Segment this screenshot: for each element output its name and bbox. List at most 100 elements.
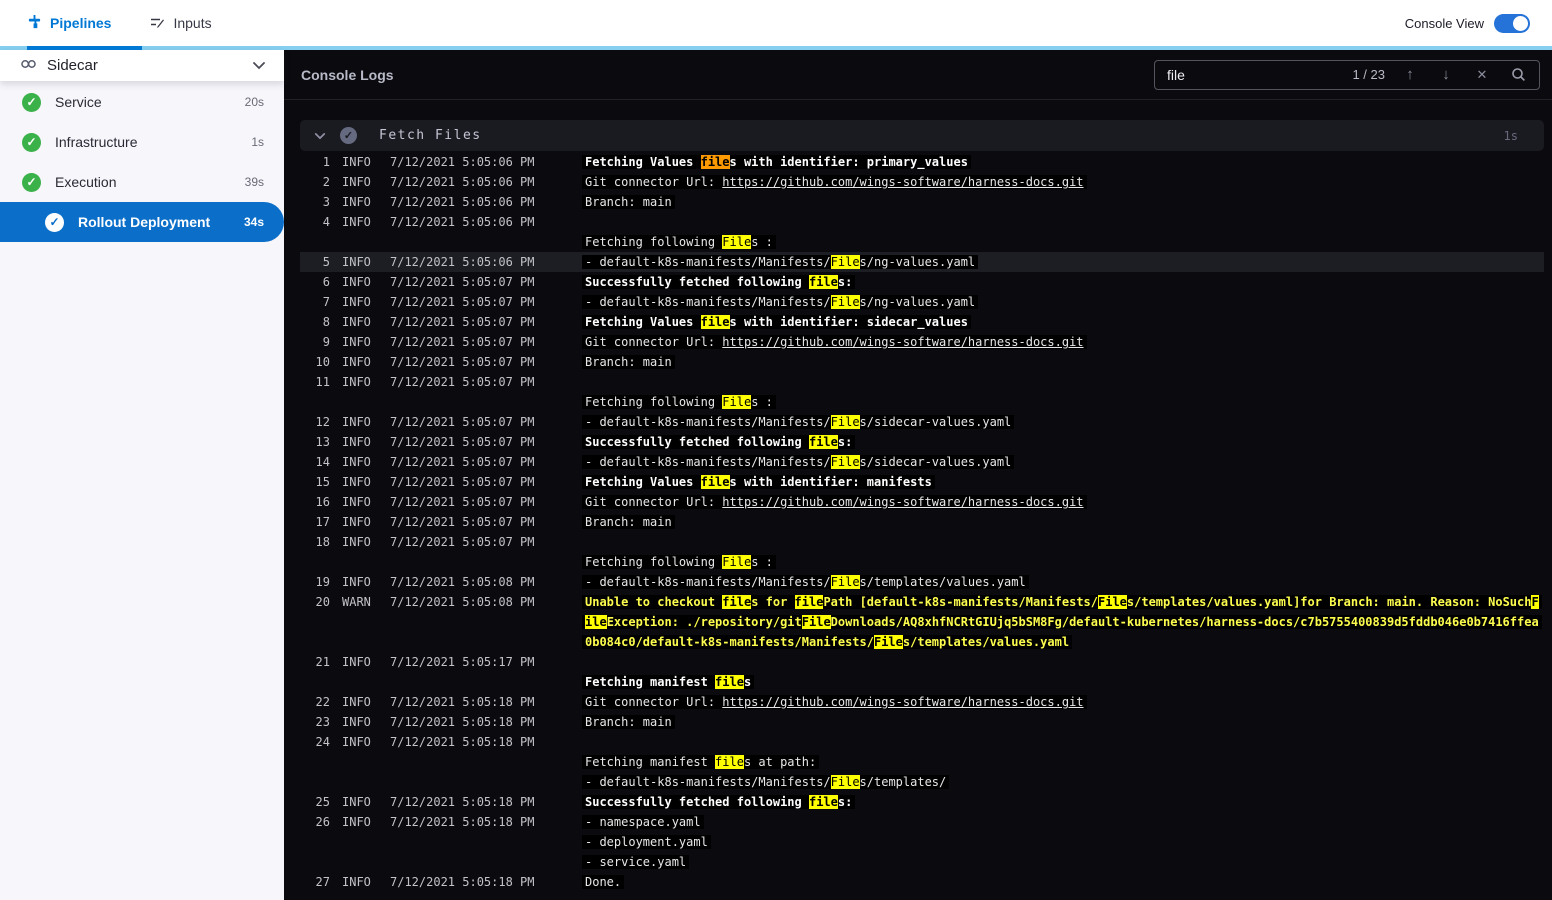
log-row: 1 INFO 7/12/2021 5:05:06 PM Fetching Values…	[300, 152, 1544, 172]
log-text: s/templates/	[859, 775, 947, 789]
pipelines-icon	[27, 14, 42, 32]
log-level: INFO	[342, 735, 371, 749]
log-line-number: 24	[315, 735, 330, 749]
log-section-header-fetch-files[interactable]: ✓ Fetch Files 1s	[300, 120, 1544, 151]
log-line-number: 1	[322, 155, 330, 169]
log-text: Branch: main	[585, 355, 672, 369]
log-message-text: Fetching following Files :	[582, 555, 776, 569]
log-timestamp: 7/12/2021 5:05:06 PM	[390, 255, 535, 269]
sidebar-item-label: Execution	[55, 174, 117, 190]
sidebar-item-service[interactable]: ✓ Service 20s	[0, 82, 284, 122]
search-match: File	[722, 555, 752, 569]
log-row: - service.yaml	[300, 852, 1544, 872]
duration-badge: 20s	[244, 95, 264, 109]
search-match: file	[700, 315, 730, 329]
log-message: - default-k8s-manifests/Manifests/Files/…	[552, 455, 1544, 469]
next-match-icon[interactable]: ↓	[1435, 67, 1457, 82]
log-text: Exception: ./repository/git	[606, 615, 802, 629]
search-match: file	[808, 435, 838, 449]
log-message: Branch: main	[552, 355, 1544, 369]
search-input[interactable]	[1167, 66, 1339, 83]
chevron-down-icon[interactable]	[252, 57, 266, 75]
log-line-number: 10	[315, 355, 330, 369]
log-text: s at path:	[743, 755, 817, 769]
log-link[interactable]: https://github.com/wings-software/harnes…	[722, 175, 1083, 189]
sidebar-item-execution[interactable]: ✓ Execution 39s	[0, 162, 284, 202]
log-message-text: - default-k8s-manifests/Manifests/Files/…	[582, 455, 1015, 469]
log-timestamp: 7/12/2021 5:05:07 PM	[390, 315, 535, 329]
log-timestamp: 7/12/2021 5:05:07 PM	[390, 415, 535, 429]
sidecar-link-icon	[20, 57, 37, 75]
log-row: 25 INFO 7/12/2021 5:05:18 PM Successfully f…	[300, 792, 1544, 812]
log-row: 18 INFO 7/12/2021 5:05:07 PM	[300, 532, 1544, 552]
sidebar-item-rollout-deployment[interactable]: ✓ Rollout Deployment 34s	[0, 202, 284, 242]
log-row: 11 INFO 7/12/2021 5:05:07 PM	[300, 372, 1544, 392]
log-level: INFO	[342, 435, 371, 449]
log-message-text: - namespace.yaml	[582, 815, 704, 829]
log-timestamp: 7/12/2021 5:05:18 PM	[390, 735, 535, 749]
log-text: Git connector Url:	[585, 335, 723, 349]
log-line-number: 11	[315, 375, 330, 389]
check-circle-icon: ✓	[22, 92, 41, 112]
search-match: File	[830, 415, 860, 429]
sidebar-group-sidecar[interactable]: Sidecar	[0, 50, 284, 81]
search-match: File	[830, 575, 860, 589]
search-match: File	[830, 775, 860, 789]
log-text: Fetching manifest	[585, 675, 716, 689]
close-search-icon[interactable]: ✕	[1471, 68, 1493, 81]
search-match: ile	[585, 615, 607, 629]
search-icon[interactable]	[1507, 67, 1529, 82]
log-message: 0b084c0/default-k8s-manifests/Manifests/…	[552, 635, 1544, 649]
log-line-number: 13	[315, 435, 330, 449]
log-level: INFO	[342, 255, 371, 269]
log-level: INFO	[342, 215, 371, 229]
tab-pipelines[interactable]: Pipelines	[27, 14, 111, 32]
log-message-text: - default-k8s-manifests/Manifests/Files/…	[582, 415, 1015, 429]
log-message-text: Fetching Values files with identifier: m…	[582, 475, 935, 489]
log-line-number: 23	[315, 715, 330, 729]
search-match: File	[830, 255, 860, 269]
previous-match-icon[interactable]: ↑	[1399, 67, 1421, 82]
log-text: Successfully fetched following	[585, 275, 809, 289]
section-chevron-down-icon[interactable]	[314, 127, 326, 145]
log-text: Fetching Values	[585, 475, 701, 489]
log-message: Branch: main	[552, 195, 1544, 209]
log-text: Unable to checkout	[585, 595, 723, 609]
log-message: Fetching manifest files at path:	[552, 755, 1544, 769]
log-row: 6 INFO 7/12/2021 5:05:07 PM Successfully fe…	[300, 272, 1544, 292]
log-message-text: Fetching manifest files	[582, 675, 755, 689]
log-timestamp: 7/12/2021 5:05:08 PM	[390, 595, 535, 609]
log-text: Successfully fetched following	[585, 435, 809, 449]
search-match: File	[722, 235, 752, 249]
sidebar-item-infrastructure[interactable]: ✓ Infrastructure 1s	[0, 122, 284, 162]
log-line-number: 17	[315, 515, 330, 529]
active-tab-underline	[27, 46, 142, 50]
log-message: Fetching following Files :	[552, 555, 1544, 569]
log-row: 26 INFO 7/12/2021 5:05:18 PM - namespace.ya…	[300, 812, 1544, 832]
console-view-toggle[interactable]	[1494, 13, 1530, 33]
log-text: Successfully fetched following	[585, 795, 809, 809]
log-level: WARN	[342, 595, 371, 609]
log-level: INFO	[342, 455, 371, 469]
log-line-number: 19	[315, 575, 330, 589]
log-message-text: - default-k8s-manifests/Manifests/Files/…	[582, 575, 1029, 589]
inputs-icon	[149, 14, 165, 33]
log-level: INFO	[342, 795, 371, 809]
log-link[interactable]: https://github.com/wings-software/harnes…	[722, 335, 1083, 349]
log-link[interactable]: https://github.com/wings-software/harnes…	[722, 495, 1083, 509]
log-line-number: 14	[315, 455, 330, 469]
log-row: Fetching following Files :	[300, 552, 1544, 572]
log-level: INFO	[342, 875, 371, 889]
tab-inputs[interactable]: Inputs	[149, 14, 212, 33]
log-timestamp: 7/12/2021 5:05:07 PM	[390, 335, 535, 349]
tab-pipelines-label: Pipelines	[50, 15, 112, 31]
log-row: - default-k8s-manifests/Manifests/Files/…	[300, 772, 1544, 792]
log-text: s:	[837, 795, 853, 809]
log-text: s/templates/values.yaml]for Branch: main…	[1126, 595, 1532, 609]
log-message: Successfully fetched following files:	[552, 275, 1544, 289]
log-link[interactable]: https://github.com/wings-software/harnes…	[722, 695, 1083, 709]
log-timestamp: 7/12/2021 5:05:07 PM	[390, 375, 535, 389]
tab-inputs-label: Inputs	[173, 15, 212, 31]
log-row: 10 INFO 7/12/2021 5:05:07 PM Branch: main	[300, 352, 1544, 372]
log-timestamp: 7/12/2021 5:05:07 PM	[390, 495, 535, 509]
